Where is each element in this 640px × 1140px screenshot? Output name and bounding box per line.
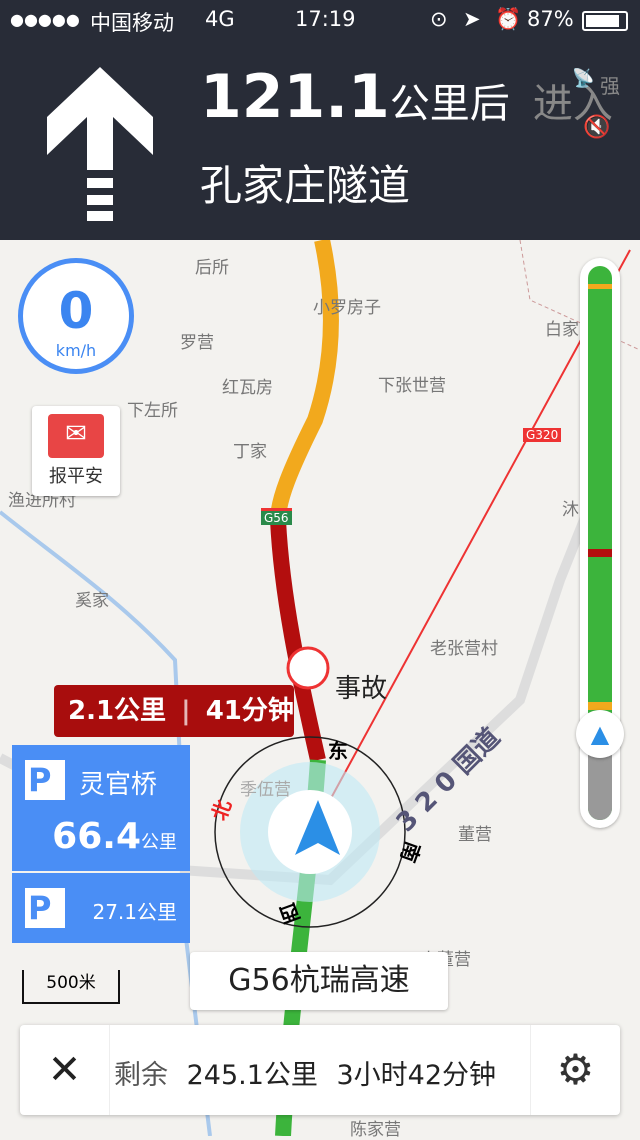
incident-label[interactable]: 事故 (335, 668, 387, 705)
remaining-label: 剩余 (114, 1060, 168, 1091)
settings-gear-icon[interactable]: ⚙ (530, 1025, 620, 1115)
alarm-icon: ⏰ (495, 7, 522, 31)
map-label: 罗营 (180, 333, 214, 353)
guidance-distance: 121.1 (200, 62, 390, 132)
g56-shield: G56 (261, 508, 292, 525)
status-bar: ●●●●● 中国移动 4G 17:19 ⊙ ➤ ⏰ 87% (0, 0, 640, 40)
service-area-unit: 公里 (141, 832, 177, 853)
carrier: 中国移动 (90, 11, 174, 35)
network-type: 4G (205, 7, 235, 31)
map-label: 白家 (545, 320, 579, 340)
speed-value: 0 (58, 282, 94, 340)
map-label: 小罗房子 (313, 298, 381, 318)
remaining-distance: 245.1公里 (186, 1060, 318, 1091)
map-label: 红瓦房 (222, 378, 273, 398)
scale-label: 500米 (46, 973, 96, 993)
progress-marker-icon: ▲ (576, 710, 624, 758)
service-area-card-1[interactable]: P 灵官桥 66.4公里 (12, 745, 190, 871)
location-icon: ➤ (463, 7, 481, 31)
map-label: 下左所 (127, 401, 178, 421)
rotation-lock-icon: ⊙ (430, 7, 448, 31)
map-label: 董营 (458, 825, 492, 845)
scale-bar: 500米 (22, 970, 120, 1004)
guidance-road-name: 孔家庄隧道 (200, 161, 411, 210)
service-area-name: 灵官桥 (79, 770, 158, 800)
clock: 17:19 (295, 7, 356, 31)
service-area-card-2[interactable]: P 27.1公里 (12, 873, 190, 943)
guidance-panel: 121.1公里后 进入 📡 强 🔇 孔家庄隧道 (0, 40, 640, 240)
map-label: 陈家营 (350, 1120, 401, 1140)
battery-percent: 87% (527, 7, 574, 31)
map-label: 季伍营 (240, 780, 291, 800)
map-label: 奚家 (75, 591, 109, 611)
speedometer: 0 km/h (18, 258, 134, 374)
signal-strength: ●●●●● (10, 10, 80, 29)
service-area-distance: 27.1公里 (92, 900, 177, 924)
remaining-time: 3小时42分钟 (336, 1060, 497, 1091)
close-icon[interactable]: ✕ (20, 1025, 110, 1115)
mute-icon[interactable]: 🔇 (583, 115, 610, 140)
incident-delay: 41分钟 (205, 696, 294, 726)
map-label: 沐 (562, 500, 579, 520)
map-label: 老张营村 (430, 639, 498, 659)
incident-distance: 2.1公里 (68, 696, 167, 726)
gps-signal-icon: 📡 (572, 68, 595, 89)
map-label: 下张世营 (378, 376, 446, 396)
map-label: 后所 (195, 258, 229, 278)
map-label: 丁家 (233, 442, 267, 462)
battery-icon (582, 11, 628, 31)
bottom-bar: ✕ 剩余 245.1公里 3小时42分钟 ⚙ (20, 1025, 620, 1115)
report-safe-label: 报平安 (49, 466, 103, 487)
envelope-icon: ✉ (48, 414, 104, 458)
service-area-distance: 66.4 (52, 816, 141, 857)
incident-bubble[interactable]: 2.1公里 | 41分钟 (54, 685, 294, 737)
traffic-bar: ▲ (576, 258, 624, 828)
gps-strength: 强 (600, 74, 620, 98)
service-area-icon: P (25, 760, 65, 800)
current-road: G56杭瑞高速 (190, 952, 448, 1010)
speed-unit: km/h (55, 341, 97, 360)
service-area-icon: P (25, 888, 65, 928)
report-safe-button[interactable]: ✉ 报平安 (32, 406, 120, 496)
straight-arrow-icon (47, 67, 153, 221)
accident-icon (286, 646, 330, 690)
distance-unit: 公里后 (389, 81, 510, 127)
g320-shield: G320 (523, 428, 562, 442)
compass-east: 东 (328, 739, 348, 763)
